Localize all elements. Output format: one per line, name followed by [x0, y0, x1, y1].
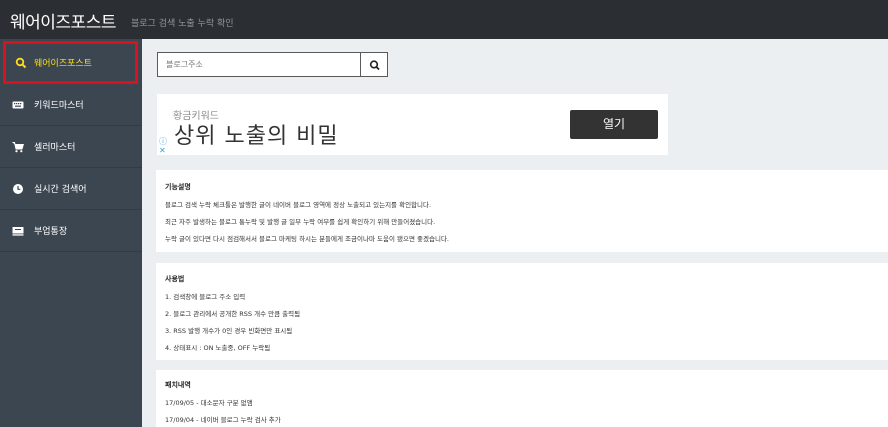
patch-line: 17/09/04 - 네이버 블로그 누락 검사 추가	[165, 416, 281, 424]
ad-info-icon[interactable]: ⓘ	[159, 137, 167, 146]
search-icon	[369, 60, 380, 71]
sidebar-item-label: 셀러마스터	[34, 143, 76, 153]
sidebar-item-label: 키워드마스터	[34, 101, 84, 111]
sidebar-item-label: 부업통장	[34, 227, 68, 237]
sidebar-item-keywordmaster[interactable]: 키워드마스터	[0, 84, 142, 126]
features-line: 누락 글이 있다면 다시 점검해서서 블로그 마케팅 하시는 분들에게 조금이나…	[165, 235, 450, 243]
sidebar-item-label: 실시간 검색어	[34, 185, 87, 195]
features-line: 블로그 검색 누락 체크툴은 발행한 글이 네이버 블로그 영역에 정상 노출되…	[165, 201, 432, 209]
keyboard-icon	[12, 101, 24, 109]
ad-open-button[interactable]: 열기	[570, 110, 658, 139]
main-content: 황금키워드 상위 노출의 비밀 열기 ⓘ ✕ 기능설명 블로그 검색 누락 체크…	[142, 39, 888, 427]
brand-title[interactable]: 웨어이즈포스트	[10, 8, 116, 33]
page-subtitle: 블로그 검색 노출 누락 확인	[131, 19, 234, 29]
sidebar-item-whereispost[interactable]: 웨어이즈포스트	[3, 41, 138, 84]
ad-choices[interactable]: ⓘ ✕	[159, 137, 167, 155]
clock-icon	[13, 184, 23, 194]
bankbook-icon	[12, 227, 24, 236]
ad-close-icon[interactable]: ✕	[159, 146, 167, 155]
usage-card: 사용법 1. 검색창에 블로그 주소 입력 2. 블로그 관리에서 공개한 RS…	[156, 263, 888, 360]
usage-title: 사용법	[165, 275, 185, 283]
patch-line: 17/09/05 - 대소문자 구분 없앰	[165, 399, 253, 407]
blog-address-input[interactable]	[157, 52, 362, 77]
patch-notes-card: 패치내역 17/09/05 - 대소문자 구분 없앰 17/09/04 - 네이…	[156, 370, 888, 427]
search-icon	[15, 57, 27, 69]
sidebar-item-sellermaster[interactable]: 셀러마스터	[0, 126, 142, 168]
features-line: 최근 자주 발생하는 블로그 통누락 및 발행 글 일부 누락 여부를 쉽게 확…	[165, 218, 436, 226]
sidebar-item-label: 웨어이즈포스트	[34, 59, 92, 69]
usage-line: 2. 블로그 관리에서 공개한 RSS 개수 만큼 출력됨	[165, 310, 301, 318]
sidebar: 웨어이즈포스트 키워드마스터 셀러마스터 실시간 검색어 부업통장	[0, 39, 142, 427]
features-title: 기능설명	[165, 183, 191, 191]
features-card: 기능설명 블로그 검색 누락 체크툴은 발행한 글이 네이버 블로그 영역에 정…	[156, 170, 888, 252]
ad-banner[interactable]: 황금키워드 상위 노출의 비밀 열기 ⓘ ✕	[157, 94, 668, 155]
usage-line: 1. 검색창에 블로그 주소 입력	[165, 293, 246, 301]
sidebar-item-realtime[interactable]: 실시간 검색어	[0, 168, 142, 210]
ad-headline: 상위 노출의 비밀	[174, 124, 339, 149]
sidebar-item-bankbook[interactable]: 부업통장	[0, 210, 142, 252]
cart-icon	[12, 142, 24, 153]
patch-title: 패치내역	[165, 381, 191, 389]
top-header: 웨어이즈포스트 블로그 검색 노출 누락 확인	[0, 0, 888, 39]
usage-line: 4. 상태표시 : ON 노출중, OFF 누락됨	[165, 344, 271, 352]
usage-line: 3. RSS 발행 개수가 0인 경우 빈화면만 표시됨	[165, 327, 293, 335]
search-button[interactable]	[360, 52, 388, 77]
